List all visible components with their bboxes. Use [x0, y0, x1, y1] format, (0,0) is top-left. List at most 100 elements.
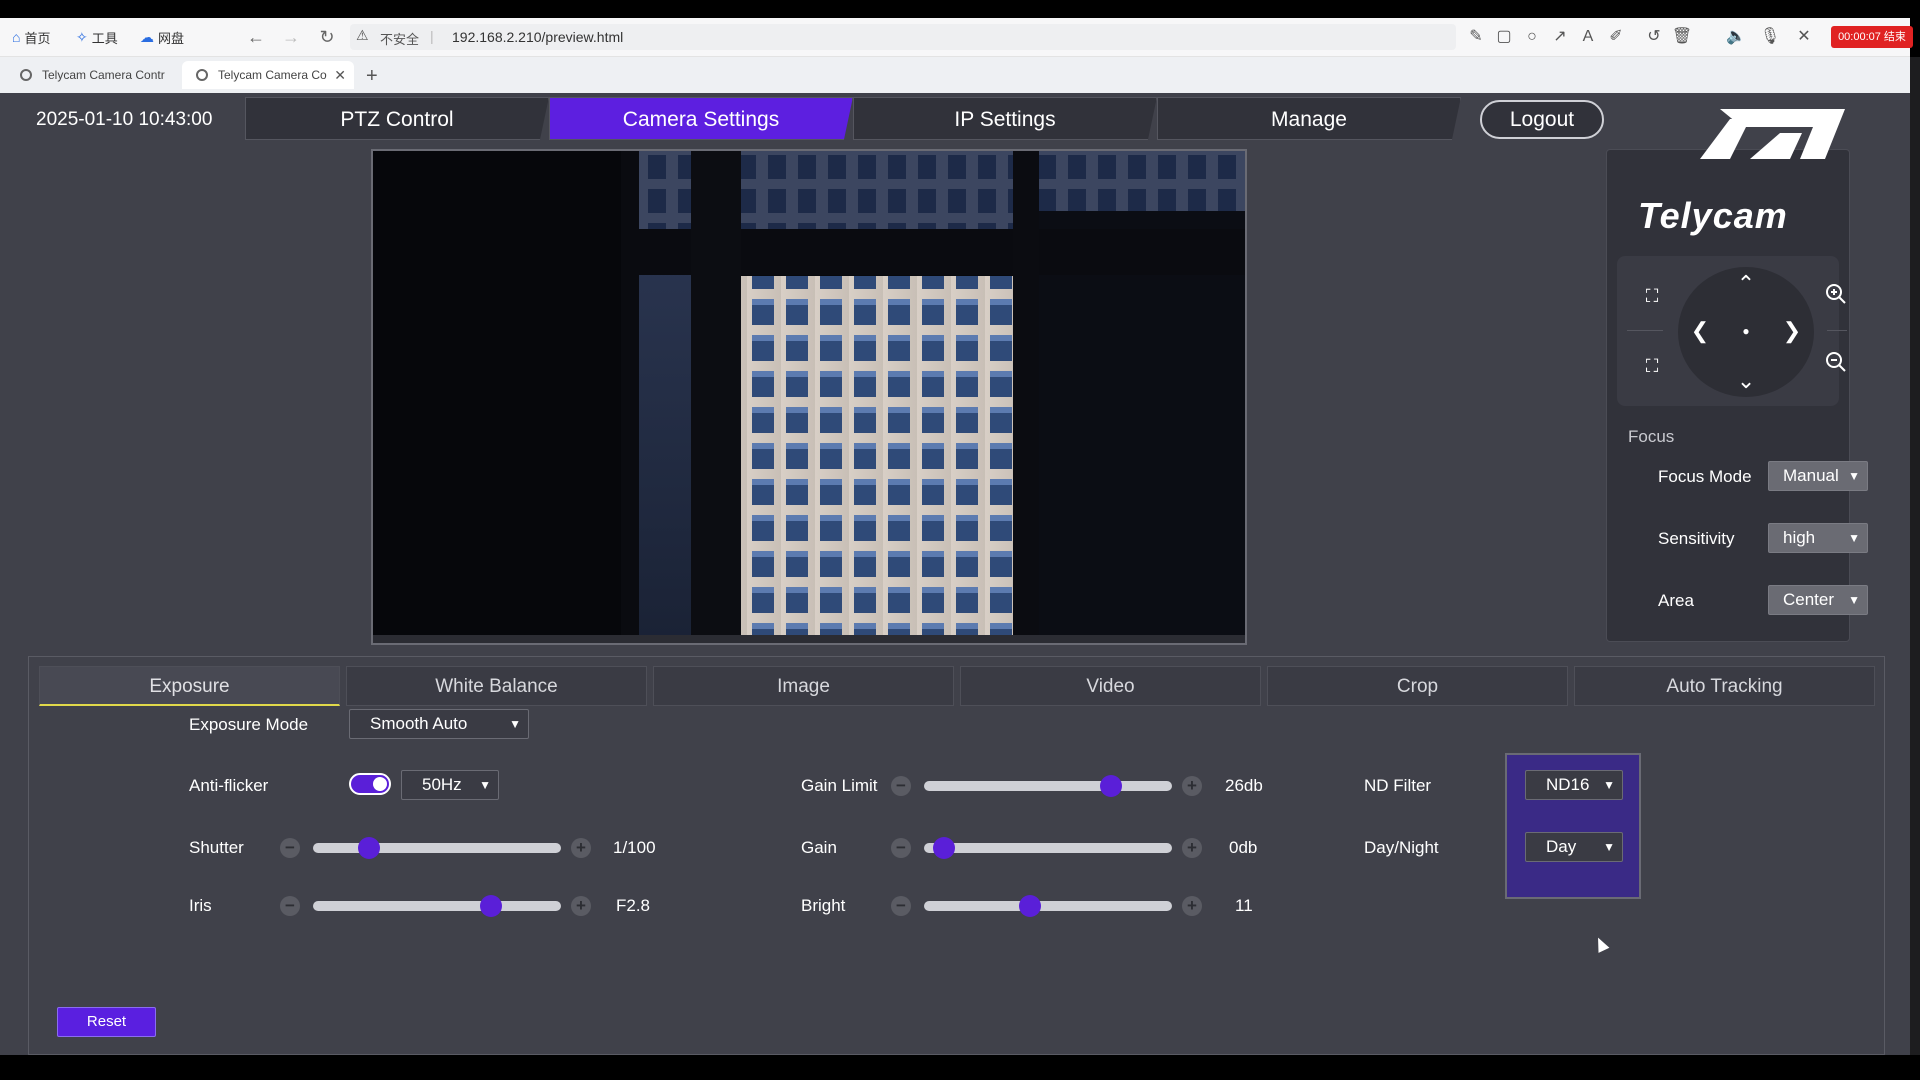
tab-exposure[interactable]: Exposure — [39, 666, 340, 706]
undo-icon[interactable]: ↺ — [1643, 26, 1665, 48]
tilt-down-icon[interactable]: ⌃ — [1732, 365, 1760, 393]
pan-right-icon[interactable]: ❯ — [1778, 317, 1806, 345]
forward-icon[interactable]: → — [280, 26, 302, 48]
address-divider: | — [430, 28, 434, 44]
exposure-mode-select[interactable]: Smooth Auto ▼ — [349, 709, 529, 739]
gain-slider-thumb[interactable] — [933, 837, 956, 859]
bright-slider[interactable] — [924, 901, 1172, 911]
new-tab-icon[interactable]: + — [366, 65, 378, 88]
chevron-down-icon: ▼ — [1603, 840, 1615, 854]
chevron-down-icon: ▼ — [509, 717, 521, 731]
divider — [1627, 330, 1663, 331]
focus-area-select[interactable]: Center ▼ — [1768, 585, 1868, 615]
close-icon[interactable]: ✕ — [1793, 26, 1815, 48]
gain-limit-slider[interactable] — [924, 781, 1172, 791]
bright-plus-icon[interactable]: + — [1182, 896, 1202, 916]
browser-tab[interactable]: Telycam Camera Contr — [6, 61, 180, 89]
nd-filter-label: ND Filter — [1364, 776, 1432, 795]
anti-flicker-toggle[interactable] — [349, 773, 391, 795]
browser-tab-active[interactable]: Telycam Camera Co ✕ — [182, 61, 354, 89]
iris-slider-thumb[interactable] — [480, 895, 503, 917]
gain-slider[interactable] — [924, 843, 1172, 853]
shutter-label: Shutter — [189, 838, 244, 857]
shutter-minus-icon[interactable]: − — [280, 838, 300, 858]
tab-image[interactable]: Image — [653, 666, 954, 706]
recording-timer[interactable]: 00:00:07 结束 — [1831, 26, 1913, 48]
chevron-down-icon: ▼ — [1848, 469, 1860, 483]
exposure-mode-label: Exposure Mode — [189, 715, 309, 734]
focus-mode-select[interactable]: Manual ▼ — [1768, 461, 1868, 491]
gain-minus-icon[interactable]: − — [891, 838, 911, 858]
gain-limit-value: 26db — [1225, 776, 1263, 795]
browser-home-link[interactable]: ⌂ 首页 — [12, 27, 50, 47]
shutter-plus-icon[interactable]: + — [571, 838, 591, 858]
trash-icon[interactable]: 🗑 — [1671, 26, 1693, 48]
zoom-in-icon[interactable] — [1822, 282, 1850, 310]
gain-limit-minus-icon[interactable]: − — [891, 776, 911, 796]
arrow-icon[interactable]: ↗ — [1549, 26, 1571, 48]
shutter-value: 1/100 — [613, 838, 656, 857]
brand-name: Telycam — [1638, 195, 1788, 236]
gain-plus-icon[interactable]: + — [1182, 838, 1202, 858]
day-night-select[interactable]: Day ▼ — [1525, 832, 1623, 862]
gain-limit-plus-icon[interactable]: + — [1182, 776, 1202, 796]
browser-cloud-link[interactable]: ☁ 网盘 — [140, 27, 184, 47]
expand-icon[interactable]: ⛶ — [1638, 282, 1666, 310]
pan-left-icon[interactable]: ❮ — [1686, 317, 1714, 345]
reload-icon[interactable]: ↻ — [316, 26, 338, 48]
datetime: 2025-01-10 10:43:00 — [36, 109, 213, 130]
gain-limit-slider-thumb[interactable] — [1100, 775, 1123, 797]
text-icon[interactable]: A — [1577, 26, 1599, 48]
collapse-icon[interactable]: ⛶ — [1638, 352, 1666, 380]
tab-close-icon[interactable]: ✕ — [334, 67, 346, 84]
url-text: 192.168.2.210/preview.html — [452, 29, 624, 45]
iris-plus-icon[interactable]: + — [571, 896, 591, 916]
bright-minus-icon[interactable]: − — [891, 896, 911, 916]
day-night-label: Day/Night — [1364, 838, 1439, 857]
pen-icon[interactable]: ✎ — [1465, 26, 1487, 48]
tab-crop[interactable]: Crop — [1267, 666, 1568, 706]
home-position-icon[interactable]: ● — [1732, 317, 1760, 345]
iris-label: Iris — [189, 896, 212, 915]
tab-auto-tracking[interactable]: Auto Tracking — [1574, 666, 1875, 706]
tab-ptz-control[interactable]: PTZ Control — [245, 97, 549, 140]
anti-flicker-select[interactable]: 50Hz ▼ — [401, 770, 499, 800]
shutter-slider[interactable] — [313, 843, 561, 853]
circle-icon[interactable]: ○ — [1521, 26, 1543, 48]
tab-ip-settings[interactable]: IP Settings — [853, 97, 1157, 140]
rectangle-icon[interactable]: ▢ — [1493, 26, 1515, 48]
globe-icon — [196, 69, 208, 81]
page-scrollbar[interactable] — [1910, 57, 1920, 1055]
settings-panel: Exposure White Balance Image Video Crop … — [28, 656, 1885, 1055]
iris-minus-icon[interactable]: − — [280, 896, 300, 916]
bright-slider-thumb[interactable] — [1018, 895, 1041, 917]
reset-button[interactable]: Reset — [57, 1007, 156, 1037]
browser-tools-link[interactable]: ✧ 工具 — [76, 27, 118, 47]
sensitivity-select[interactable]: high ▼ — [1768, 523, 1868, 553]
iris-slider[interactable] — [313, 901, 561, 911]
logout-button[interactable]: Logout — [1480, 100, 1604, 139]
chevron-down-icon: ▼ — [1848, 593, 1860, 607]
tilt-up-icon[interactable]: ⌃ — [1732, 270, 1760, 298]
video-preview[interactable] — [371, 149, 1247, 645]
speaker-icon[interactable]: 🔈 — [1725, 26, 1747, 48]
back-icon[interactable]: ← — [245, 26, 267, 48]
zoom-out-icon[interactable] — [1822, 350, 1850, 378]
tab-white-balance[interactable]: White Balance — [346, 666, 647, 706]
tools-icon: ✧ — [76, 28, 88, 45]
microphone-icon[interactable]: 🎙 — [1759, 26, 1781, 48]
address-bar[interactable]: ⚠ 不安全 | 192.168.2.210/preview.html — [350, 24, 1456, 50]
camera-web-app: 2025-01-10 10:43:00 PTZ Control Camera S… — [0, 93, 1910, 1055]
tab-camera-settings[interactable]: Camera Settings — [549, 97, 853, 140]
highlighter-icon[interactable]: ✐ — [1605, 26, 1627, 48]
shutter-slider-thumb[interactable] — [358, 837, 381, 859]
gain-label: Gain — [801, 838, 837, 857]
tab-manage[interactable]: Manage — [1157, 97, 1461, 140]
divider — [1827, 330, 1847, 331]
cloud-icon: ☁ — [140, 28, 154, 45]
focus-mode-label: Focus Mode — [1658, 467, 1752, 486]
nd-filter-select[interactable]: ND16 ▼ — [1525, 770, 1623, 800]
chevron-down-icon: ▼ — [479, 778, 491, 792]
tab-video[interactable]: Video — [960, 666, 1261, 706]
bright-label: Bright — [801, 896, 846, 915]
